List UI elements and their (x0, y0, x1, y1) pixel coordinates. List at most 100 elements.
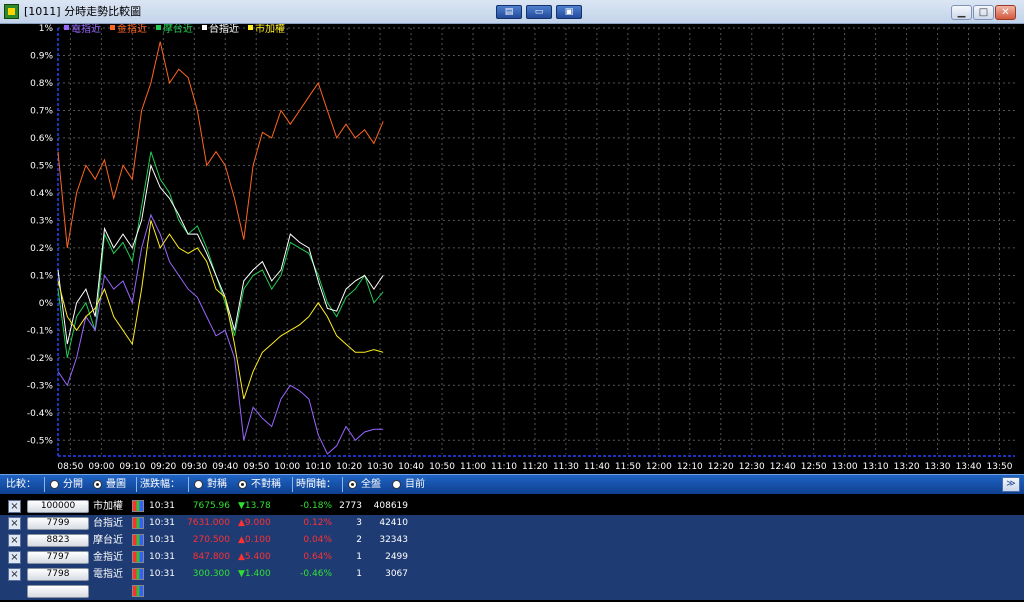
trend-chart[interactable]: 1% 0.9% 0.8% 0.7% 0.6% 0.5% 0.4% 0.3% 0.2% 0.1% 0%… (0, 24, 1024, 474)
quote-time: 10:31 (149, 501, 175, 511)
quote-time: 10:31 (149, 552, 175, 562)
x-tick-label: 11:00 (460, 462, 486, 472)
quote-volume: 2 (356, 535, 362, 545)
quote-percent: 0.04% (303, 535, 332, 545)
x-tick-label: 12:00 (646, 462, 672, 472)
separate-label[interactable]: 分開 (63, 479, 83, 491)
x-tick-label: 12:30 (739, 462, 765, 472)
quote-percent: 0.64% (303, 552, 332, 562)
symmetric-radio[interactable] (194, 480, 203, 489)
quote-time: 10:31 (149, 569, 175, 579)
legend-swatch (64, 25, 69, 30)
x-tick-label: 10:20 (336, 462, 362, 472)
symbol-name: 台指近 (93, 518, 123, 529)
current-radio[interactable] (392, 480, 401, 489)
x-tick-label: 13:40 (956, 462, 982, 472)
color-picker-icon[interactable] (132, 568, 144, 580)
full-day-label[interactable]: 全盤 (361, 479, 381, 491)
x-tick-label: 09:40 (212, 462, 238, 472)
y-tick-label: -0.3% (27, 381, 54, 391)
asymmetric-label[interactable]: 不對稱 (251, 479, 281, 491)
remove-row-button[interactable]: × (8, 517, 21, 530)
y-tick-label: -0.2% (27, 354, 54, 364)
x-tick-label: 09:30 (181, 462, 207, 472)
expand-button[interactable]: ≫ (1002, 477, 1020, 492)
x-tick-label: 13:10 (863, 462, 889, 472)
x-tick-label: 08:50 (57, 462, 83, 472)
quote-price: 7631.000 (187, 518, 230, 528)
series-line (57, 41, 384, 248)
symbol-code-button[interactable]: 7798 (27, 568, 89, 581)
quote-volume: 2773 (339, 501, 362, 511)
table-row: × 100000 市加權 10:31 7675.96 ▼13.78 -0.18% 2773 40… (0, 498, 1024, 532)
series-line (57, 163, 384, 345)
symbol-code-button[interactable]: 8823 (27, 534, 89, 547)
x-tick-label: 09:00 (88, 462, 114, 472)
symmetric-label[interactable]: 對稱 (207, 479, 227, 491)
x-tick-label: 12:50 (801, 462, 827, 472)
y-tick-label: 0.5% (30, 161, 53, 171)
quote-total-volume: 3067 (385, 569, 408, 579)
close-button[interactable]: ✕ (995, 5, 1016, 20)
y-tick-label: 0.9% (30, 51, 53, 61)
y-tick-label: 0.8% (30, 79, 53, 89)
y-tick-label: 0% (39, 299, 54, 309)
color-picker-icon[interactable] (132, 551, 144, 563)
current-label[interactable]: 目前 (405, 479, 425, 491)
quote-percent: 0.12% (303, 518, 332, 528)
y-tick-label: 0.7% (30, 106, 53, 116)
full-day-radio[interactable] (348, 480, 357, 489)
remove-row-button[interactable]: × (8, 568, 21, 581)
series-line (57, 151, 384, 358)
empty-input-row (0, 583, 1024, 600)
table-row: × 7799 台指近 10:31 7631.000 ▲9.000 0.12% 3 42410 (0, 515, 1024, 549)
compare-label: 比較： (6, 479, 36, 490)
y-tick-label: -0.4% (27, 409, 54, 419)
x-tick-label: 11:30 (553, 462, 579, 472)
quote-total-volume: 32343 (379, 535, 408, 545)
color-picker-icon[interactable] (132, 517, 144, 529)
remove-row-button[interactable]: × (8, 500, 21, 513)
symbol-code-button[interactable]: 7799 (27, 517, 89, 530)
minimize-button[interactable]: ▁ (951, 5, 972, 20)
quote-change: ▲9.000 (238, 518, 271, 528)
remove-row-button[interactable]: × (8, 534, 21, 547)
y-tick-label: 0.4% (30, 189, 53, 199)
color-picker-icon[interactable] (132, 585, 144, 597)
quote-volume: 3 (356, 518, 362, 528)
maximize-button[interactable]: □ (973, 5, 994, 20)
overlay-label[interactable]: 疊圖 (106, 479, 126, 491)
separate-radio[interactable] (50, 480, 59, 489)
quote-total-volume: 408619 (373, 501, 408, 511)
toolbar-export-button[interactable]: ▣ (556, 5, 582, 19)
symbol-code-button[interactable]: 100000 (27, 500, 89, 513)
y-tick-label: -0.1% (27, 326, 54, 336)
divider (188, 477, 189, 492)
x-tick-label: 11:50 (615, 462, 641, 472)
toolbar-layout-button[interactable]: ▤ (496, 5, 522, 19)
x-tick-label: 12:40 (770, 462, 796, 472)
x-tick-label: 13:50 (987, 462, 1013, 472)
window-title: [1011] 分時走勢比較圖 (24, 5, 142, 18)
new-symbol-input[interactable] (27, 585, 89, 598)
overlay-radio[interactable] (93, 480, 102, 489)
color-picker-icon[interactable] (132, 500, 144, 512)
series-line (57, 220, 384, 400)
legend-swatch (110, 25, 115, 30)
y-tick-label: 0.2% (30, 244, 53, 254)
color-picker-icon[interactable] (132, 534, 144, 546)
table-row: × 8823 摩台近 10:31 270.500 ▲0.100 0.04% 2 32343 (0, 532, 1024, 566)
y-tick-label: -0.5% (27, 436, 54, 446)
x-tick-label: 11:40 (584, 462, 610, 472)
divider (292, 477, 293, 492)
range-label: 漲跌幅： (140, 479, 180, 490)
divider (342, 477, 343, 492)
y-tick-label: 0.3% (30, 216, 53, 226)
symbol-name: 電指近 (93, 569, 123, 580)
toolbar-window-button[interactable]: ▭ (526, 5, 552, 19)
asymmetric-radio[interactable] (238, 480, 247, 489)
legend-swatch (156, 25, 161, 30)
remove-row-button[interactable]: × (8, 551, 21, 564)
symbol-name: 市加權 (93, 501, 123, 512)
symbol-code-button[interactable]: 7797 (27, 551, 89, 564)
